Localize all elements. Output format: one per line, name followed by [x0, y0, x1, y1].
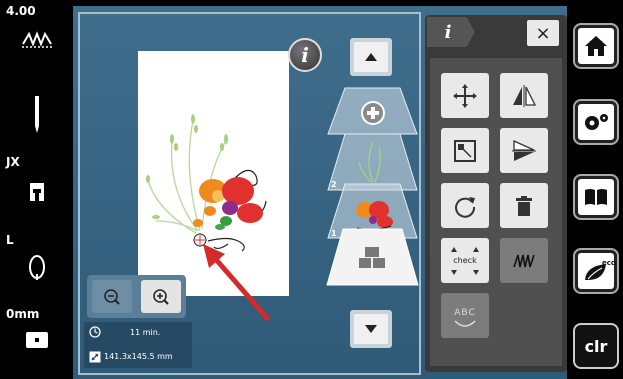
rotate-button[interactable] — [441, 183, 489, 228]
info-button[interactable]: i — [288, 38, 322, 72]
mirror-vertical-button[interactable] — [500, 128, 548, 173]
resize-icon — [454, 139, 476, 162]
zoom-out-icon — [104, 288, 120, 305]
zoom-in-button[interactable] — [141, 280, 181, 313]
mirror-vertical-icon — [512, 139, 536, 161]
stitch-time: 11 min. — [130, 328, 161, 337]
bobbin-icon[interactable] — [0, 328, 73, 352]
scroll-down-button[interactable] — [350, 310, 392, 348]
left-status-bar: 4.00 JX L 0mm — [0, 0, 73, 379]
size-icon — [89, 351, 101, 363]
delete-button[interactable] — [500, 183, 548, 228]
satin-stitch-icon — [513, 254, 535, 267]
design-size: 141.3x145.5 mm — [104, 352, 173, 361]
arc-icon — [454, 320, 476, 327]
eco-label: eco — [602, 259, 616, 267]
stitch-width-value: 4.00 — [6, 4, 36, 18]
mirror-horizontal-button[interactable] — [500, 73, 548, 118]
zoom-in-icon — [153, 288, 169, 305]
scroll-up-button[interactable] — [350, 38, 392, 76]
zoom-out-button[interactable] — [92, 280, 132, 313]
home-button[interactable] — [575, 25, 617, 67]
move-button[interactable] — [441, 73, 489, 118]
layer-selected[interactable] — [325, 227, 420, 289]
stitch-width-icon[interactable] — [0, 26, 73, 52]
resize-button[interactable] — [441, 128, 489, 173]
clear-button[interactable]: clr — [575, 325, 617, 367]
needle-icon[interactable] — [0, 95, 73, 135]
stitch-plate-icon[interactable] — [0, 252, 73, 282]
book-icon — [585, 189, 607, 205]
mirror-horizontal-icon — [513, 84, 537, 107]
trash-icon — [516, 195, 532, 216]
abc-label: ABC — [454, 307, 476, 318]
check-label: check — [453, 256, 477, 265]
tool-info-tab[interactable]: i — [427, 17, 475, 47]
zoom-panel — [87, 275, 186, 318]
presser-foot-label: JX — [6, 155, 20, 169]
stitch-length-value: 0mm — [6, 307, 40, 321]
presser-foot-icon[interactable] — [0, 178, 73, 206]
design-info-box: 11 min. 141.3x145.5 mm — [84, 322, 192, 368]
home-icon — [585, 36, 607, 56]
tension-label: L — [6, 233, 14, 247]
rotate-icon — [455, 196, 476, 218]
check-size-button[interactable]: check — [441, 238, 489, 283]
eco-button[interactable]: eco — [575, 250, 617, 292]
tutorial-button[interactable] — [575, 176, 617, 218]
settings-button[interactable] — [575, 101, 617, 143]
clock-icon — [89, 326, 101, 338]
move-icon — [453, 83, 477, 108]
stitch-density-button[interactable] — [500, 238, 548, 283]
right-system-bar: eco clr — [567, 0, 623, 379]
gear-icon — [585, 114, 608, 130]
lettering-arc-button[interactable]: ABC — [441, 293, 489, 338]
close-button[interactable]: × — [527, 20, 559, 46]
annotation-arrow-icon — [203, 244, 270, 321]
